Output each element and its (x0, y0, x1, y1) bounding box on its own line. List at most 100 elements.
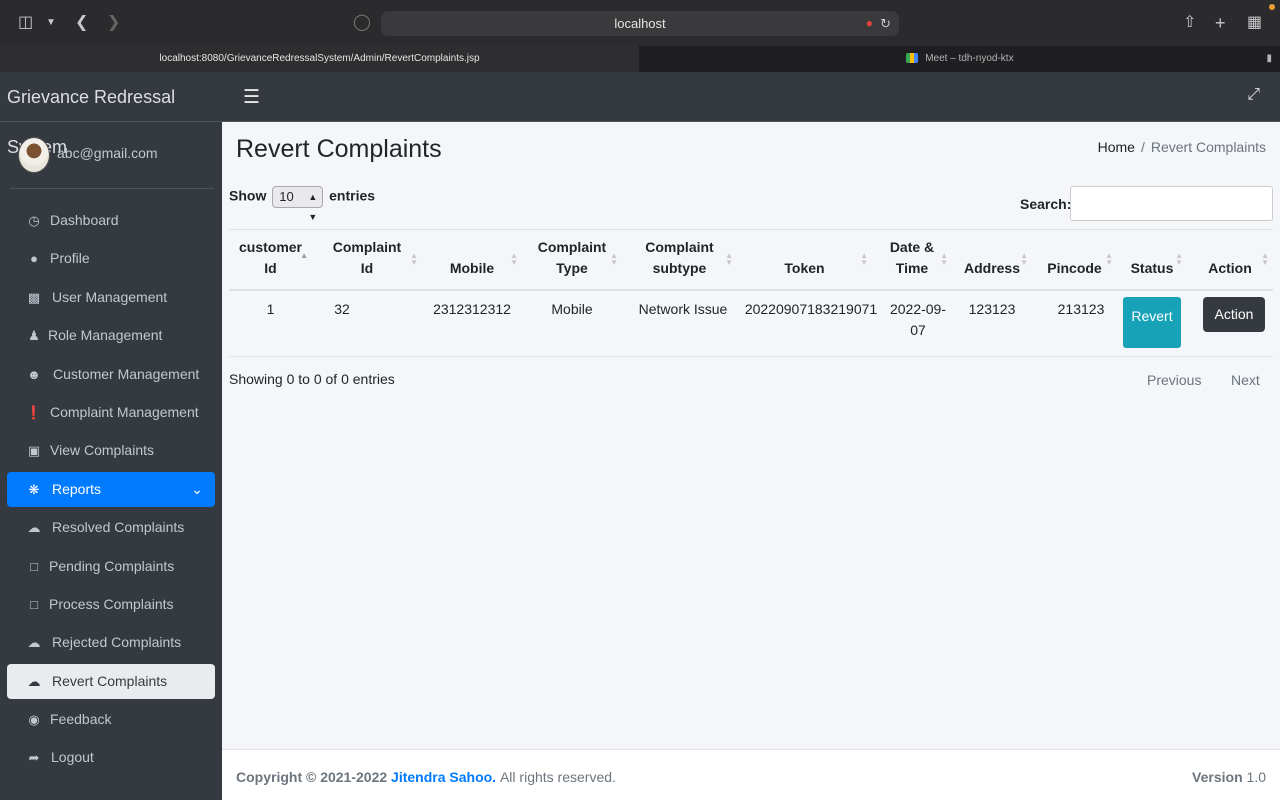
cell-token: 20220907183219071 (744, 301, 878, 317)
header-line1: customer (238, 239, 303, 255)
meet-logo-icon (906, 53, 919, 64)
entries-select[interactable]: 10 ▲ ▼ (272, 186, 324, 222)
sidebar-item-rejected-complaints[interactable]: ☁ Rejected Complaints (7, 625, 215, 660)
sidebar-item-process-complaints[interactable]: □ Process Complaints (7, 587, 215, 622)
sidebar-item-label: User Management (52, 288, 168, 305)
sort-icon: ▲ ▼ (1020, 251, 1028, 267)
top-navbar: ☰ ⤢ (222, 72, 1280, 122)
header-customer-id[interactable]: customer Id ▲ (229, 230, 312, 290)
sidebar-item-label: Process Complaints (49, 595, 174, 612)
action-button[interactable]: Action (1203, 297, 1265, 332)
sidebar-item-pending-complaints[interactable]: □ Pending Complaints (7, 549, 215, 584)
header-date-time[interactable]: Date & Time ▲ ▼ (872, 230, 952, 290)
recording-indicator (1269, 4, 1275, 10)
share-icon[interactable]: ⇧ (1183, 14, 1196, 32)
users-icon: ☻ (27, 366, 41, 382)
version-label: Version (1192, 769, 1243, 785)
sidebar-item-label: Revert Complaints (52, 672, 168, 689)
sidebar-item-logout[interactable]: ➦ Logout (7, 740, 215, 775)
inbox-icon: ▣ (27, 443, 41, 459)
tab-meet[interactable]: Meet – tdh-nyod-ktx ▮ (640, 46, 1280, 72)
tab-revert-complaints[interactable]: localhost:8080/GrievanceRedressalSystem/… (0, 46, 639, 72)
sort-icon: ▲ ▼ (510, 251, 518, 267)
header-line1: Complaint (537, 239, 607, 255)
header-line2: Status (1130, 260, 1174, 276)
table-row: 1 32 2312312312 Mobile Network Issue 202… (229, 291, 1273, 357)
sidebar-item-label: Dashboard (50, 212, 119, 228)
sort-asc-icon: ▲ (300, 251, 308, 260)
header-line2: Token (784, 260, 825, 276)
header-mobile[interactable]: Mobile ▲ ▼ (422, 230, 522, 290)
date-line2: 07 (910, 322, 926, 338)
sidebar-item-profile[interactable]: ● Profile (7, 241, 215, 276)
sidebar-item-role-management[interactable]: ♟ Role Management (7, 318, 215, 353)
length-control: Show 10 ▲ ▼ entries (229, 186, 375, 222)
shield-icon: ◯ (353, 14, 371, 31)
reload-icon[interactable]: ↻ (880, 11, 891, 36)
back-icon[interactable]: ❮ (75, 14, 88, 32)
author-link[interactable]: Jitendra Sahoo. (391, 769, 496, 785)
file-icon: □ (30, 596, 38, 612)
cell-complaint-id: 32 (334, 301, 350, 317)
version: Version 1.0 (1192, 769, 1266, 785)
previous-button[interactable]: Previous (1147, 372, 1201, 388)
fullscreen-icon[interactable]: ⤢ (1247, 86, 1260, 104)
header-address[interactable]: Address ▲ ▼ (952, 230, 1032, 290)
hamburger-menu-icon[interactable]: ☰ (243, 86, 260, 109)
table-info: Showing 0 to 0 of 0 entries (229, 371, 395, 387)
header-status[interactable]: Status ▲ ▼ (1117, 230, 1187, 290)
tab-title: localhost:8080/GrievanceRedressalSystem/… (159, 53, 480, 64)
tab-overview-icon[interactable]: ▦ (1247, 14, 1262, 32)
divider (10, 188, 214, 189)
sidebar-item-label: Customer Management (53, 365, 200, 382)
breadcrumb: Home / Revert Complaints (1098, 139, 1266, 155)
header-line2: Pincode (1047, 260, 1102, 276)
header-complaint-type[interactable]: Complaint Type ▲ ▼ (522, 230, 622, 290)
sort-icon: ▲ ▼ (725, 251, 733, 267)
sidebar-item-reports[interactable]: ❋ Reports ⌄ (7, 471, 215, 507)
select-arrows-icon: ▲ ▼ (308, 192, 318, 222)
sidebar-item-revert-complaints[interactable]: ☁ Revert Complaints (7, 663, 215, 699)
header-pincode[interactable]: Pincode ▲ ▼ (1032, 230, 1117, 290)
search-input[interactable] (1070, 186, 1273, 221)
dashboard-icon: ◷ (28, 213, 40, 228)
sidebar-toggle-icon[interactable]: ◫ (18, 14, 33, 32)
header-token[interactable]: Token ▲ ▼ (737, 230, 872, 290)
header-complaint-subtype[interactable]: Complaint subtype ▲ ▼ (622, 230, 737, 290)
new-tab-icon[interactable]: + (1215, 14, 1226, 32)
sidebar-item-complaint-management[interactable]: ❗ Complaint Management (7, 395, 215, 430)
revert-button[interactable]: Revert (1123, 297, 1181, 348)
sidebar-item-label: Pending Complaints (49, 557, 175, 574)
header-complaint-id[interactable]: Complaint Id ▲ ▼ (312, 230, 422, 290)
header-line2: Mobile (449, 260, 495, 276)
header-action[interactable]: Action ▲ ▼ (1187, 230, 1273, 290)
address-bar[interactable]: localhost ● ↻ (381, 11, 899, 36)
address-text: localhost (614, 16, 666, 31)
mic-icon[interactable]: ● (866, 11, 873, 36)
sort-icon: ▲ ▼ (410, 251, 418, 267)
page-title: Revert Complaints (236, 135, 442, 163)
brand-link[interactable]: Grievance Redressal System (0, 72, 222, 157)
user-email[interactable]: abc@gmail.com (57, 145, 158, 161)
chevron-down-icon[interactable]: ▼ (46, 14, 56, 32)
complaints-table: customer Id ▲ Complaint Id ▲ ▼ Mobile ▲ ▼ Co… (229, 229, 1273, 357)
sort-icon: ▲ ▼ (860, 251, 868, 267)
sidebar-item-customer-management[interactable]: ☻ Customer Management (7, 357, 215, 392)
next-button[interactable]: Next (1231, 372, 1260, 388)
entries-value: 10 (279, 189, 294, 204)
sidebar-item-user-management[interactable]: ▩ User Management (7, 280, 215, 315)
sidebar-item-view-complaints[interactable]: ▣ View Complaints (7, 433, 215, 468)
copyright: Copyright © 2021-2022 Jitendra Sahoo. Al… (236, 769, 616, 785)
microphone-icon: ▮ (1266, 53, 1272, 64)
sidebar-nav: ◷ Dashboard ● Profile ▩ User Management … (0, 203, 222, 779)
sort-icon: ▲ ▼ (940, 251, 948, 267)
forward-icon[interactable]: ❯ (107, 14, 120, 32)
sort-icon: ▲ ▼ (1261, 251, 1269, 267)
breadcrumb-home[interactable]: Home (1098, 139, 1135, 155)
sidebar-item-label: Role Management (48, 327, 163, 344)
content-wrapper: Revert Complaints Home / Revert Complaints… (222, 122, 1280, 749)
avatar (18, 137, 50, 173)
sidebar-item-dashboard[interactable]: ◷ Dashboard (7, 203, 215, 238)
sidebar-item-resolved-complaints[interactable]: ☁ Resolved Complaints (7, 510, 215, 545)
sidebar-item-feedback[interactable]: ◉ Feedback (7, 702, 215, 737)
